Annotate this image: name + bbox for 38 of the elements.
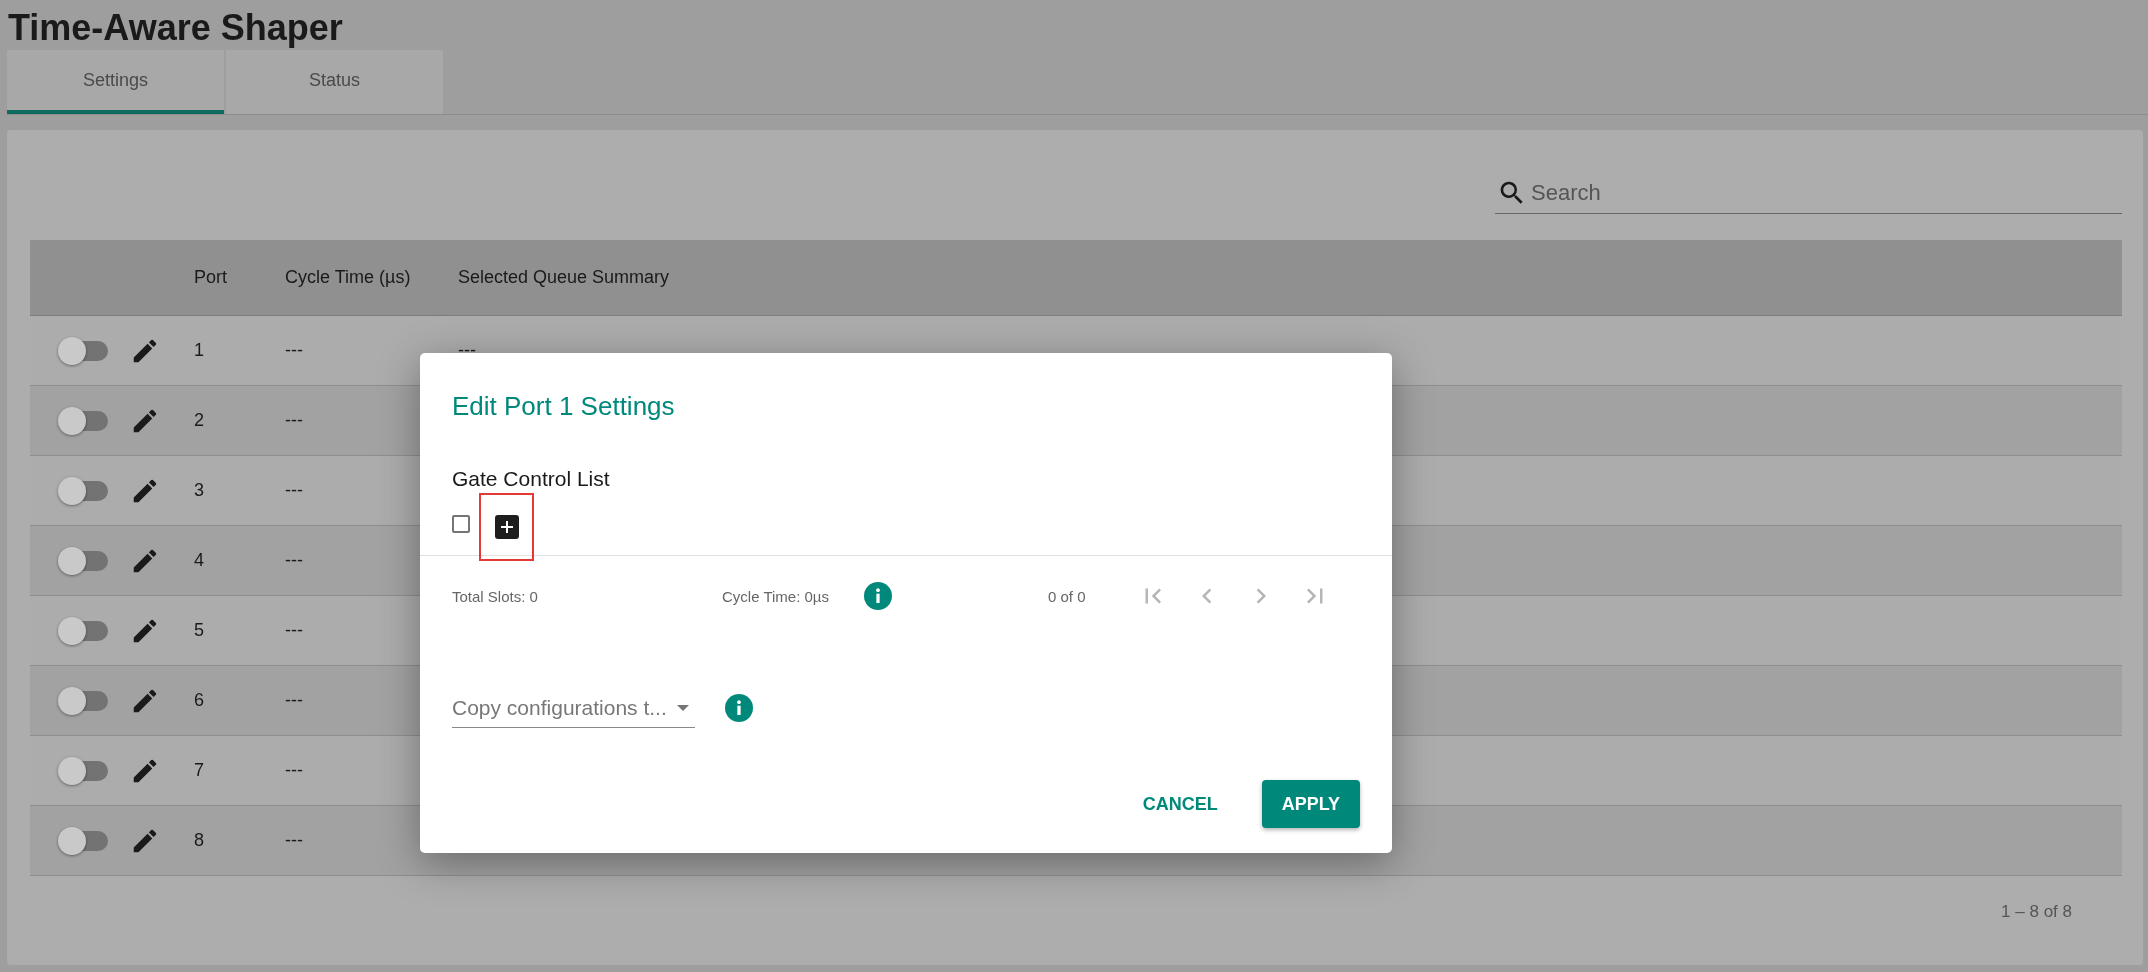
apply-button[interactable]: APPLY bbox=[1261, 780, 1360, 828]
paginator-range: 1 – 8 of 8 bbox=[2001, 902, 2072, 922]
column-header: Cycle Time (µs) bbox=[285, 267, 412, 288]
table-cell-text: --- bbox=[285, 760, 304, 781]
page-title: Time-Aware Shaper bbox=[7, 6, 344, 50]
info-icon[interactable] bbox=[864, 582, 892, 610]
copy-select[interactable]: Copy configurations t... bbox=[452, 688, 695, 728]
column-header: Port bbox=[194, 267, 228, 288]
table-cell-text: 6 bbox=[194, 690, 205, 711]
table-cell-text: --- bbox=[458, 340, 477, 361]
caret-icon bbox=[677, 704, 689, 711]
table-cell-text: 4 bbox=[194, 550, 205, 571]
table-cell-text: --- bbox=[285, 340, 304, 361]
table-cell-text: --- bbox=[285, 830, 304, 851]
range-label: 0 of 0 bbox=[1048, 587, 1087, 605]
total-slots: Total Slots: 0 bbox=[452, 587, 722, 605]
table-cell-text: 8 bbox=[194, 830, 205, 851]
tab[interactable]: Settings bbox=[7, 50, 224, 114]
info-icon[interactable] bbox=[725, 694, 753, 722]
checkbox[interactable] bbox=[452, 515, 470, 533]
column-header: Selected Queue Summary bbox=[458, 267, 671, 288]
table-cell-text: 3 bbox=[194, 480, 205, 501]
table-cell-text: 7 bbox=[194, 760, 205, 781]
table-cell-text: --- bbox=[285, 620, 304, 641]
add-icon[interactable] bbox=[494, 515, 519, 539]
cancel-button[interactable]: CANCEL bbox=[1122, 780, 1238, 828]
table-cell-text: 5 bbox=[194, 620, 205, 641]
search-field[interactable]: Search bbox=[1495, 172, 2122, 214]
table-cell-text: 1 bbox=[194, 340, 205, 361]
table-cell-text: --- bbox=[285, 480, 304, 501]
table-cell-text: 2 bbox=[194, 410, 205, 431]
tab[interactable]: Status bbox=[226, 50, 443, 114]
table-cell-text: --- bbox=[285, 690, 304, 711]
section-title: Gate Control List bbox=[451, 466, 611, 492]
cycle-time: Cycle Time: 0µs bbox=[722, 587, 830, 605]
table-cell-text: --- bbox=[285, 410, 304, 431]
dialog-title: Edit Port 1 Settings bbox=[451, 390, 676, 423]
table-cell-text: --- bbox=[285, 550, 304, 571]
